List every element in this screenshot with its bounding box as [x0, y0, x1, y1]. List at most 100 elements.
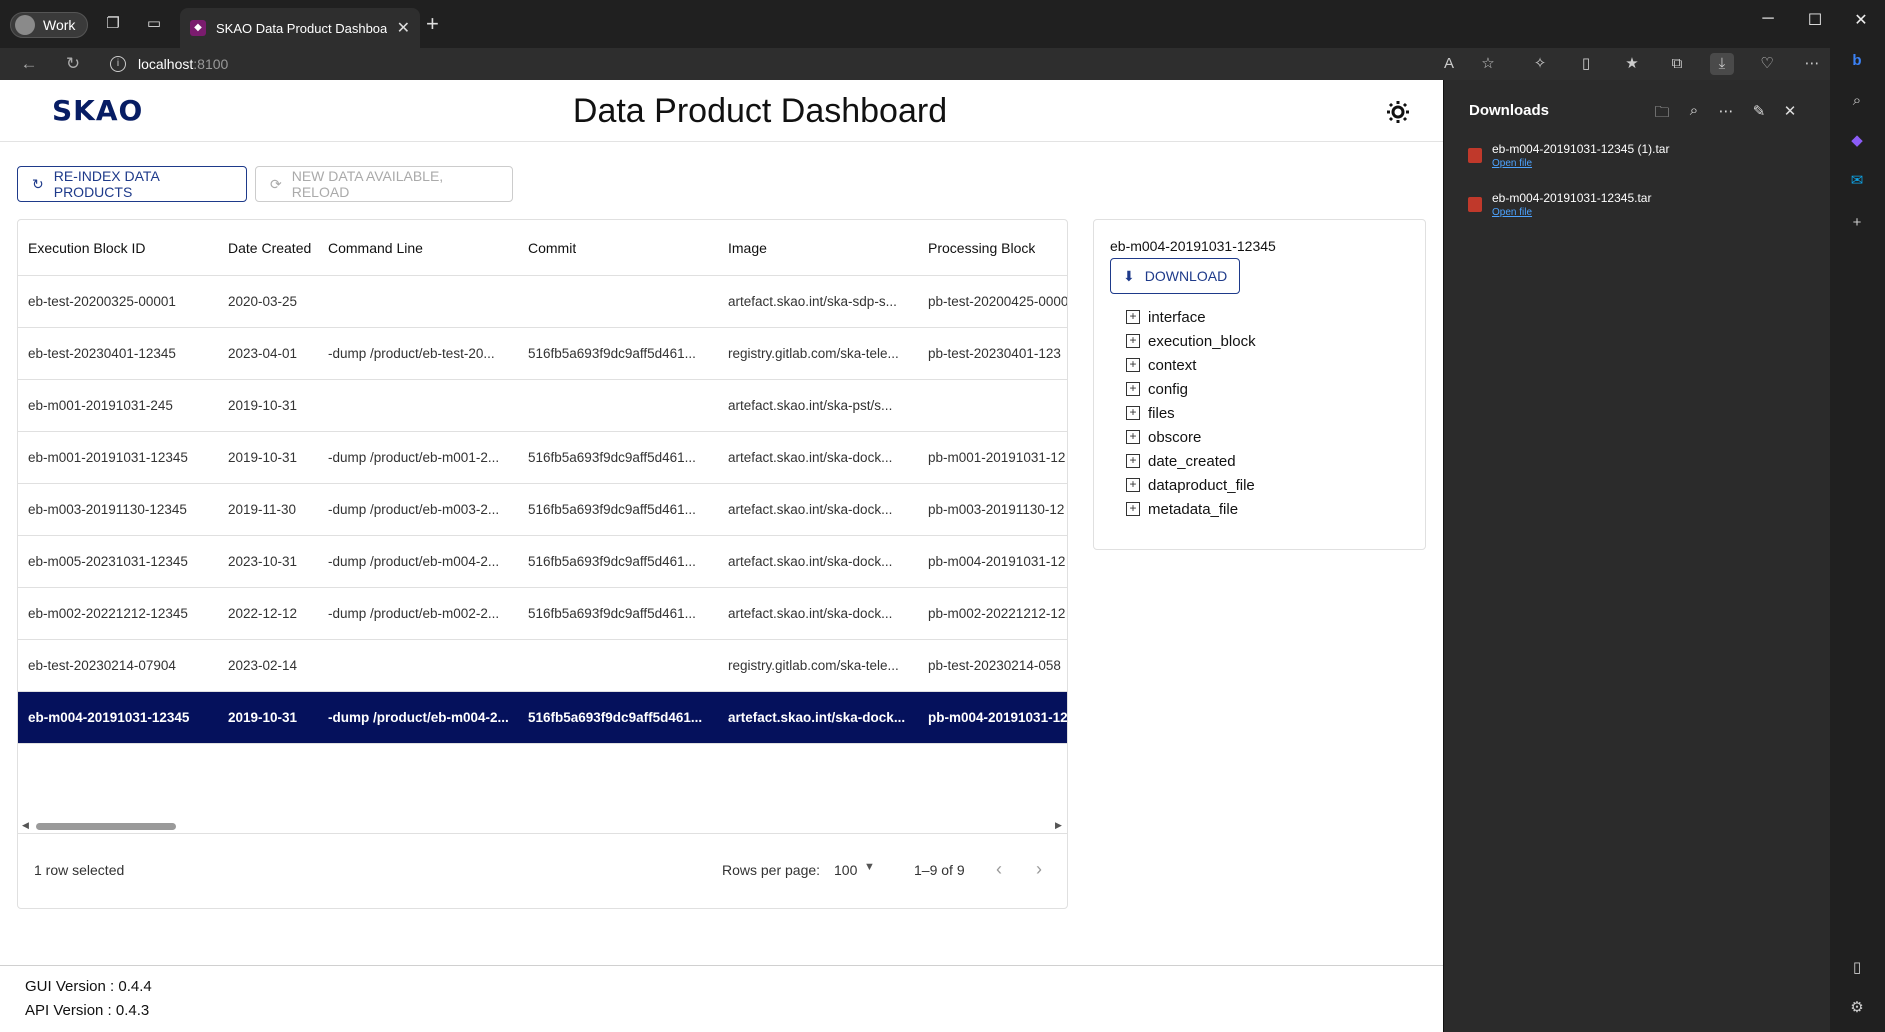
column-header[interactable]: Date Created — [228, 220, 311, 275]
tree-item[interactable]: + obscore — [1126, 425, 1256, 449]
unpin-icon[interactable]: ✎ — [1748, 102, 1770, 120]
search-icon[interactable]: ⌕ — [1683, 102, 1705, 119]
download-button[interactable]: ⬇ DOWNLOAD — [1110, 258, 1241, 294]
tab-actions-icon[interactable]: ▭ — [144, 14, 164, 34]
scroll-right-icon[interactable]: ▶ — [1055, 820, 1062, 831]
table-cell: artefact.skao.int/ska-dock... — [728, 710, 906, 725]
maximize-icon[interactable]: ☐ — [1800, 10, 1830, 30]
expand-plus-icon[interactable]: + — [1126, 406, 1140, 420]
workspaces-icon[interactable]: ❐ — [103, 14, 123, 34]
next-page-icon[interactable]: › — [1036, 859, 1042, 880]
collections-icon[interactable]: ⧉ — [1665, 53, 1689, 75]
table-row[interactable]: eb-m004-20191031-12345 2019-10-31 -dump /p… — [18, 692, 1067, 744]
back-icon[interactable]: ← — [18, 53, 40, 75]
table-cell: pb-test-20230401-123 — [928, 346, 1061, 361]
expand-plus-icon[interactable]: + — [1126, 310, 1140, 324]
close-window-icon[interactable]: ✕ — [1846, 10, 1876, 30]
table-row[interactable]: eb-m002-20221212-12345 2022-12-12 -dump /p… — [18, 588, 1067, 640]
table-cell: -dump /product/eb-m003-2... — [328, 502, 500, 517]
sidebar-toggle-icon[interactable]: ▯ — [1844, 955, 1870, 981]
open-file-link[interactable]: Open file — [1492, 207, 1651, 218]
horizontal-scrollbar[interactable]: ◀ ▶ — [18, 819, 1067, 833]
close-downloads-icon[interactable]: ✕ — [1779, 102, 1801, 120]
expand-plus-icon[interactable]: + — [1126, 358, 1140, 372]
column-header[interactable]: Image — [728, 220, 767, 275]
rows-per-page-select[interactable]: 100 — [834, 862, 857, 878]
expand-plus-icon[interactable]: + — [1126, 334, 1140, 348]
tree-item[interactable]: + execution_block — [1126, 329, 1256, 353]
scroll-thumb[interactable] — [36, 823, 176, 830]
split-screen-icon[interactable]: ▯ — [1574, 53, 1598, 75]
detail-title: eb-m004-20191031-12345 — [1110, 238, 1276, 254]
refresh-icon[interactable]: ↻ — [62, 53, 84, 75]
tree-item[interactable]: + context — [1126, 353, 1256, 377]
outlook-icon[interactable]: ✉ — [1844, 168, 1870, 194]
read-aloud-icon[interactable]: A — [1437, 53, 1461, 75]
table-cell: 2022-12-12 — [228, 606, 298, 621]
table-cell: artefact.skao.int/ska-dock... — [728, 606, 893, 621]
chevron-down-icon[interactable]: ▼ — [864, 861, 875, 873]
table-row[interactable]: eb-m001-20191031-12345 2019-10-31 -dump /p… — [18, 432, 1067, 484]
settings-gear-icon[interactable]: ⚙ — [1844, 995, 1870, 1021]
favorites-icon[interactable]: ★ — [1620, 53, 1644, 75]
discover-icon[interactable]: ◆ — [1844, 128, 1870, 154]
table-row[interactable]: eb-m003-20191130-12345 2019-11-30 -dump /p… — [18, 484, 1067, 536]
file-icon — [1468, 148, 1482, 163]
tab-close-icon[interactable]: ✕ — [397, 18, 410, 38]
open-file-link[interactable]: Open file — [1492, 158, 1669, 169]
download-item[interactable]: eb-m004-20191031-12345 (1).tar Open file — [1468, 142, 1669, 169]
search-icon[interactable]: ⌕ — [1844, 88, 1870, 114]
new-tab-icon[interactable]: + — [426, 13, 439, 35]
table-cell — [528, 640, 718, 691]
table-row[interactable]: eb-m005-20231031-12345 2023-10-31 -dump /p… — [18, 536, 1067, 588]
copilot-icon[interactable]: b — [1844, 48, 1870, 74]
browser-titlebar: Work ❐ ▭ ◆ SKAO Data Product Dashboard ✕… — [0, 0, 1885, 48]
open-folder-icon[interactable]: 🗀 — [1651, 102, 1673, 127]
expand-plus-icon[interactable]: + — [1126, 382, 1140, 396]
expand-plus-icon[interactable]: + — [1126, 430, 1140, 444]
table-cell: artefact.skao.int/ska-dock... — [728, 450, 893, 465]
selection-count: 1 row selected — [34, 862, 125, 878]
column-header[interactable]: Processing Block — [928, 220, 1035, 275]
scroll-left-icon[interactable]: ◀ — [22, 820, 29, 831]
expand-plus-icon[interactable]: + — [1126, 454, 1140, 468]
tree-item[interactable]: + interface — [1126, 305, 1256, 329]
extensions-icon[interactable]: ✧ — [1528, 53, 1552, 75]
address-bar: ← ↻ i localhost:8100 A ☆ ✧ ▯ ★ ⧉ ⤓ ♡ ⋯ — [0, 48, 1885, 80]
tree-item[interactable]: + dataproduct_file — [1126, 473, 1256, 497]
reindex-button[interactable]: ↻ RE-INDEX DATA PRODUCTS — [17, 166, 247, 202]
table-cell — [528, 276, 718, 327]
url-field[interactable]: i localhost:8100 — [110, 51, 1490, 77]
column-header[interactable]: Command Line — [328, 220, 423, 275]
site-info-icon[interactable]: i — [110, 56, 126, 72]
table-cell: registry.gitlab.com/ska-tele... — [728, 658, 899, 673]
prev-page-icon[interactable]: ‹ — [996, 859, 1002, 880]
browser-tab[interactable]: ◆ SKAO Data Product Dashboard ✕ — [180, 8, 420, 48]
minimize-icon[interactable]: ─ — [1753, 10, 1783, 28]
table-cell — [328, 276, 518, 327]
reload-button[interactable]: ⟳ NEW DATA AVAILABLE, RELOAD — [255, 166, 513, 202]
table-row[interactable]: eb-test-20230401-12345 2023-04-01 -dump /p… — [18, 328, 1067, 380]
column-header[interactable]: Commit — [528, 220, 576, 275]
tree-item[interactable]: + date_created — [1126, 449, 1256, 473]
favorite-star-icon[interactable]: ☆ — [1476, 53, 1500, 75]
detail-panel: eb-m004-20191031-12345 ⬇ DOWNLOAD + inter… — [1093, 219, 1426, 550]
add-icon[interactable]: + — [1844, 210, 1870, 236]
tree-item[interactable]: + config — [1126, 377, 1256, 401]
theme-toggle-icon[interactable] — [1386, 100, 1410, 124]
tree-item[interactable]: + files — [1126, 401, 1256, 425]
tree-item[interactable]: + metadata_file — [1126, 497, 1256, 521]
table-row[interactable]: eb-m001-20191031-245 2019-10-31 artefact.s… — [18, 380, 1067, 432]
column-header[interactable]: Execution Block ID — [28, 220, 146, 275]
profile-button[interactable]: Work — [10, 12, 89, 38]
more-options-icon[interactable]: ⋯ — [1800, 53, 1824, 75]
more-icon[interactable]: ⋯ — [1715, 102, 1737, 120]
browser-essentials-icon[interactable]: ♡ — [1755, 53, 1779, 75]
expand-plus-icon[interactable]: + — [1126, 478, 1140, 492]
download-item[interactable]: eb-m004-20191031-12345.tar Open file — [1468, 191, 1651, 218]
expand-plus-icon[interactable]: + — [1126, 502, 1140, 516]
reindex-label: RE-INDEX DATA PRODUCTS — [53, 168, 160, 200]
downloads-icon[interactable]: ⤓ — [1710, 53, 1734, 75]
table-row[interactable]: eb-test-20200325-00001 2020-03-25 artefact… — [18, 276, 1067, 328]
table-row[interactable]: eb-test-20230214-07904 2023-02-14 registry… — [18, 640, 1067, 692]
